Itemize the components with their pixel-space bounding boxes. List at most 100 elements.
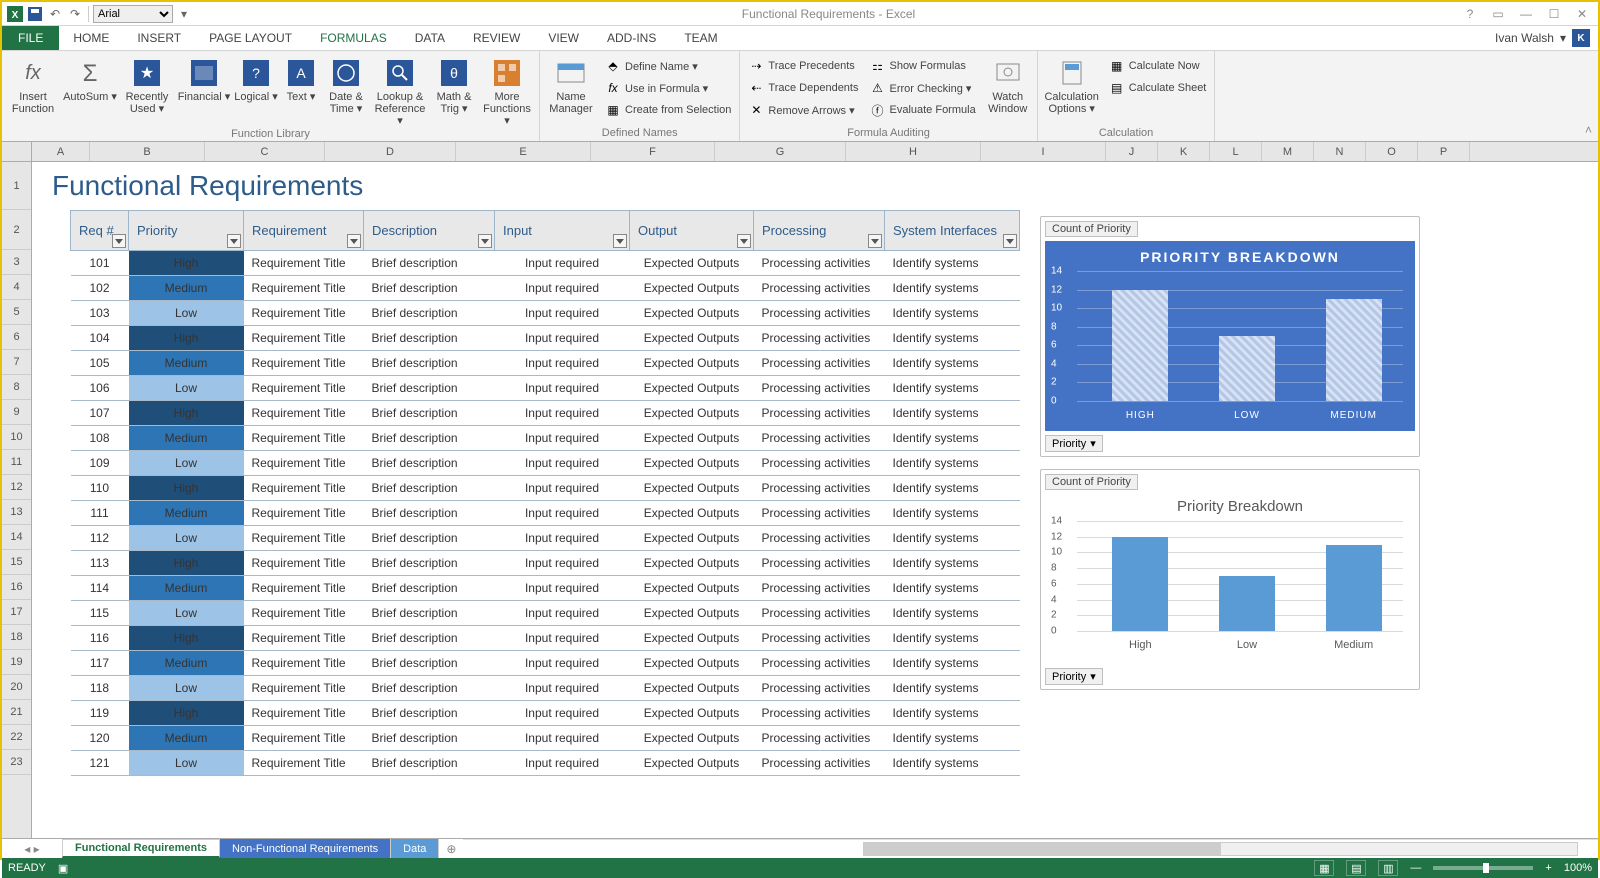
column-header[interactable]: L (1210, 142, 1262, 161)
table-row[interactable]: 111MediumRequirement TitleBrief descript… (71, 501, 1020, 526)
table-row[interactable]: 113HighRequirement TitleBrief descriptio… (71, 551, 1020, 576)
sheet-tab[interactable]: Functional Requirements (62, 839, 220, 858)
collapse-ribbon-icon[interactable]: ˄ (1585, 123, 1592, 137)
table-row[interactable]: 106LowRequirement TitleBrief description… (71, 376, 1020, 401)
trace-precedents-button[interactable]: ⇢Trace Precedents (744, 55, 862, 77)
create-from-selection-button[interactable]: ▦Create from Selection (601, 99, 735, 121)
table-row[interactable]: 105MediumRequirement TitleBrief descript… (71, 351, 1020, 376)
row-header[interactable]: 11 (2, 450, 31, 475)
lookup-reference-button[interactable]: Lookup & Reference ▾ (371, 53, 429, 127)
count-label[interactable]: Count of Priority (1045, 474, 1138, 490)
column-header[interactable]: H (846, 142, 981, 161)
minimize-icon[interactable]: — (1516, 5, 1536, 23)
maximize-icon[interactable]: ☐ (1544, 5, 1564, 23)
watch-window-button[interactable]: Watch Window (983, 53, 1033, 115)
pivot-chart-1[interactable]: Count of Priority PRIORITY BREAKDOWN 024… (1040, 216, 1420, 457)
calculation-options-button[interactable]: Calculation Options ▾ (1042, 53, 1102, 115)
table-row[interactable]: 103LowRequirement TitleBrief description… (71, 301, 1020, 326)
remove-arrows-button[interactable]: ✕Remove Arrows ▾ (744, 99, 862, 121)
row-header[interactable]: 21 (2, 700, 31, 725)
column-header[interactable]: A (32, 142, 90, 161)
table-row[interactable]: 101HighRequirement TitleBrief descriptio… (71, 251, 1020, 276)
column-header[interactable]: J (1106, 142, 1158, 161)
row-header[interactable]: 6 (2, 325, 31, 350)
text-button[interactable]: AText ▾ (281, 53, 321, 103)
row-header[interactable]: 12 (2, 475, 31, 500)
file-tab[interactable]: FILE (2, 26, 59, 50)
recently-used-button[interactable]: ★Recently Used ▾ (120, 53, 174, 115)
column-header[interactable]: M (1262, 142, 1314, 161)
new-sheet-button[interactable]: ⊕ (439, 839, 463, 858)
select-all-corner[interactable] (2, 142, 32, 161)
column-header[interactable]: G (715, 142, 846, 161)
financial-button[interactable]: Financial ▾ (177, 53, 231, 103)
ribbon-tab-home[interactable]: HOME (59, 26, 123, 50)
row-header[interactable]: 8 (2, 375, 31, 400)
table-row[interactable]: 117MediumRequirement TitleBrief descript… (71, 651, 1020, 676)
table-row[interactable]: 118LowRequirement TitleBrief description… (71, 676, 1020, 701)
table-row[interactable]: 120MediumRequirement TitleBrief descript… (71, 726, 1020, 751)
row-header[interactable]: 18 (2, 625, 31, 650)
column-header[interactable]: O (1366, 142, 1418, 161)
ribbon-options-icon[interactable]: ▭ (1488, 5, 1508, 23)
filter-dropdown-icon[interactable] (112, 234, 126, 248)
filter-dropdown-icon[interactable] (737, 234, 751, 248)
table-header[interactable]: Req # (71, 211, 129, 251)
date-time-button[interactable]: Date & Time ▾ (324, 53, 368, 115)
table-header[interactable]: Description (364, 211, 495, 251)
row-header[interactable]: 10 (2, 425, 31, 450)
table-header[interactable]: Output (630, 211, 754, 251)
table-row[interactable]: 121LowRequirement TitleBrief description… (71, 751, 1020, 776)
table-header[interactable]: System Interfaces (885, 211, 1020, 251)
trace-dependents-button[interactable]: ⇠Trace Dependents (744, 77, 862, 99)
table-header[interactable]: Processing (754, 211, 885, 251)
use-in-formula-button[interactable]: fxUse in Formula ▾ (601, 77, 735, 99)
close-icon[interactable]: ✕ (1572, 5, 1592, 23)
filter-dropdown-icon[interactable] (347, 234, 361, 248)
font-combo[interactable]: Arial (93, 5, 173, 23)
column-header[interactable]: K (1158, 142, 1210, 161)
show-formulas-button[interactable]: ⚏Show Formulas (865, 55, 979, 77)
table-header[interactable]: Requirement (244, 211, 364, 251)
table-row[interactable]: 112LowRequirement TitleBrief description… (71, 526, 1020, 551)
table-row[interactable]: 115LowRequirement TitleBrief description… (71, 601, 1020, 626)
row-header[interactable]: 7 (2, 350, 31, 375)
row-header[interactable]: 3 (2, 250, 31, 275)
row-header[interactable]: 5 (2, 300, 31, 325)
account-menu[interactable]: Ivan Walsh ▾ K (1487, 26, 1598, 50)
table-row[interactable]: 116HighRequirement TitleBrief descriptio… (71, 626, 1020, 651)
help-icon[interactable]: ? (1460, 5, 1480, 23)
view-normal-icon[interactable]: ▦ (1314, 860, 1334, 876)
redo-icon[interactable]: ↷ (66, 5, 84, 23)
field-button-priority-1[interactable]: Priority ▾ (1045, 435, 1103, 452)
row-header[interactable]: 22 (2, 725, 31, 750)
error-checking-button[interactable]: ⚠Error Checking ▾ (865, 77, 979, 99)
math-trig-button[interactable]: θMath & Trig ▾ (432, 53, 476, 115)
view-page-layout-icon[interactable]: ▤ (1346, 860, 1366, 876)
table-row[interactable]: 109LowRequirement TitleBrief description… (71, 451, 1020, 476)
column-header[interactable]: D (325, 142, 456, 161)
filter-dropdown-icon[interactable] (227, 234, 241, 248)
row-header[interactable]: 15 (2, 550, 31, 575)
row-header[interactable]: 9 (2, 400, 31, 425)
table-row[interactable]: 107HighRequirement TitleBrief descriptio… (71, 401, 1020, 426)
zoom-in-button[interactable]: + (1545, 862, 1551, 874)
name-manager-button[interactable]: Name Manager (544, 53, 598, 115)
logical-button[interactable]: ?Logical ▾ (234, 53, 278, 103)
row-header[interactable]: 17 (2, 600, 31, 625)
ribbon-tab-data[interactable]: DATA (401, 26, 459, 50)
row-header[interactable]: 13 (2, 500, 31, 525)
table-header[interactable]: Priority (129, 211, 244, 251)
filter-dropdown-icon[interactable] (1003, 234, 1017, 248)
ribbon-tab-formulas[interactable]: FORMULAS (306, 26, 401, 50)
column-header[interactable]: N (1314, 142, 1366, 161)
column-header[interactable]: E (456, 142, 591, 161)
count-label[interactable]: Count of Priority (1045, 221, 1138, 237)
zoom-level[interactable]: 100% (1564, 862, 1592, 874)
filter-dropdown-icon[interactable] (478, 234, 492, 248)
column-header[interactable]: I (981, 142, 1106, 161)
define-name-button[interactable]: ⬘Define Name ▾ (601, 55, 735, 77)
view-page-break-icon[interactable]: ▥ (1378, 860, 1398, 876)
row-header[interactable]: 20 (2, 675, 31, 700)
tab-nav[interactable]: ◂ ▸ (2, 839, 62, 858)
